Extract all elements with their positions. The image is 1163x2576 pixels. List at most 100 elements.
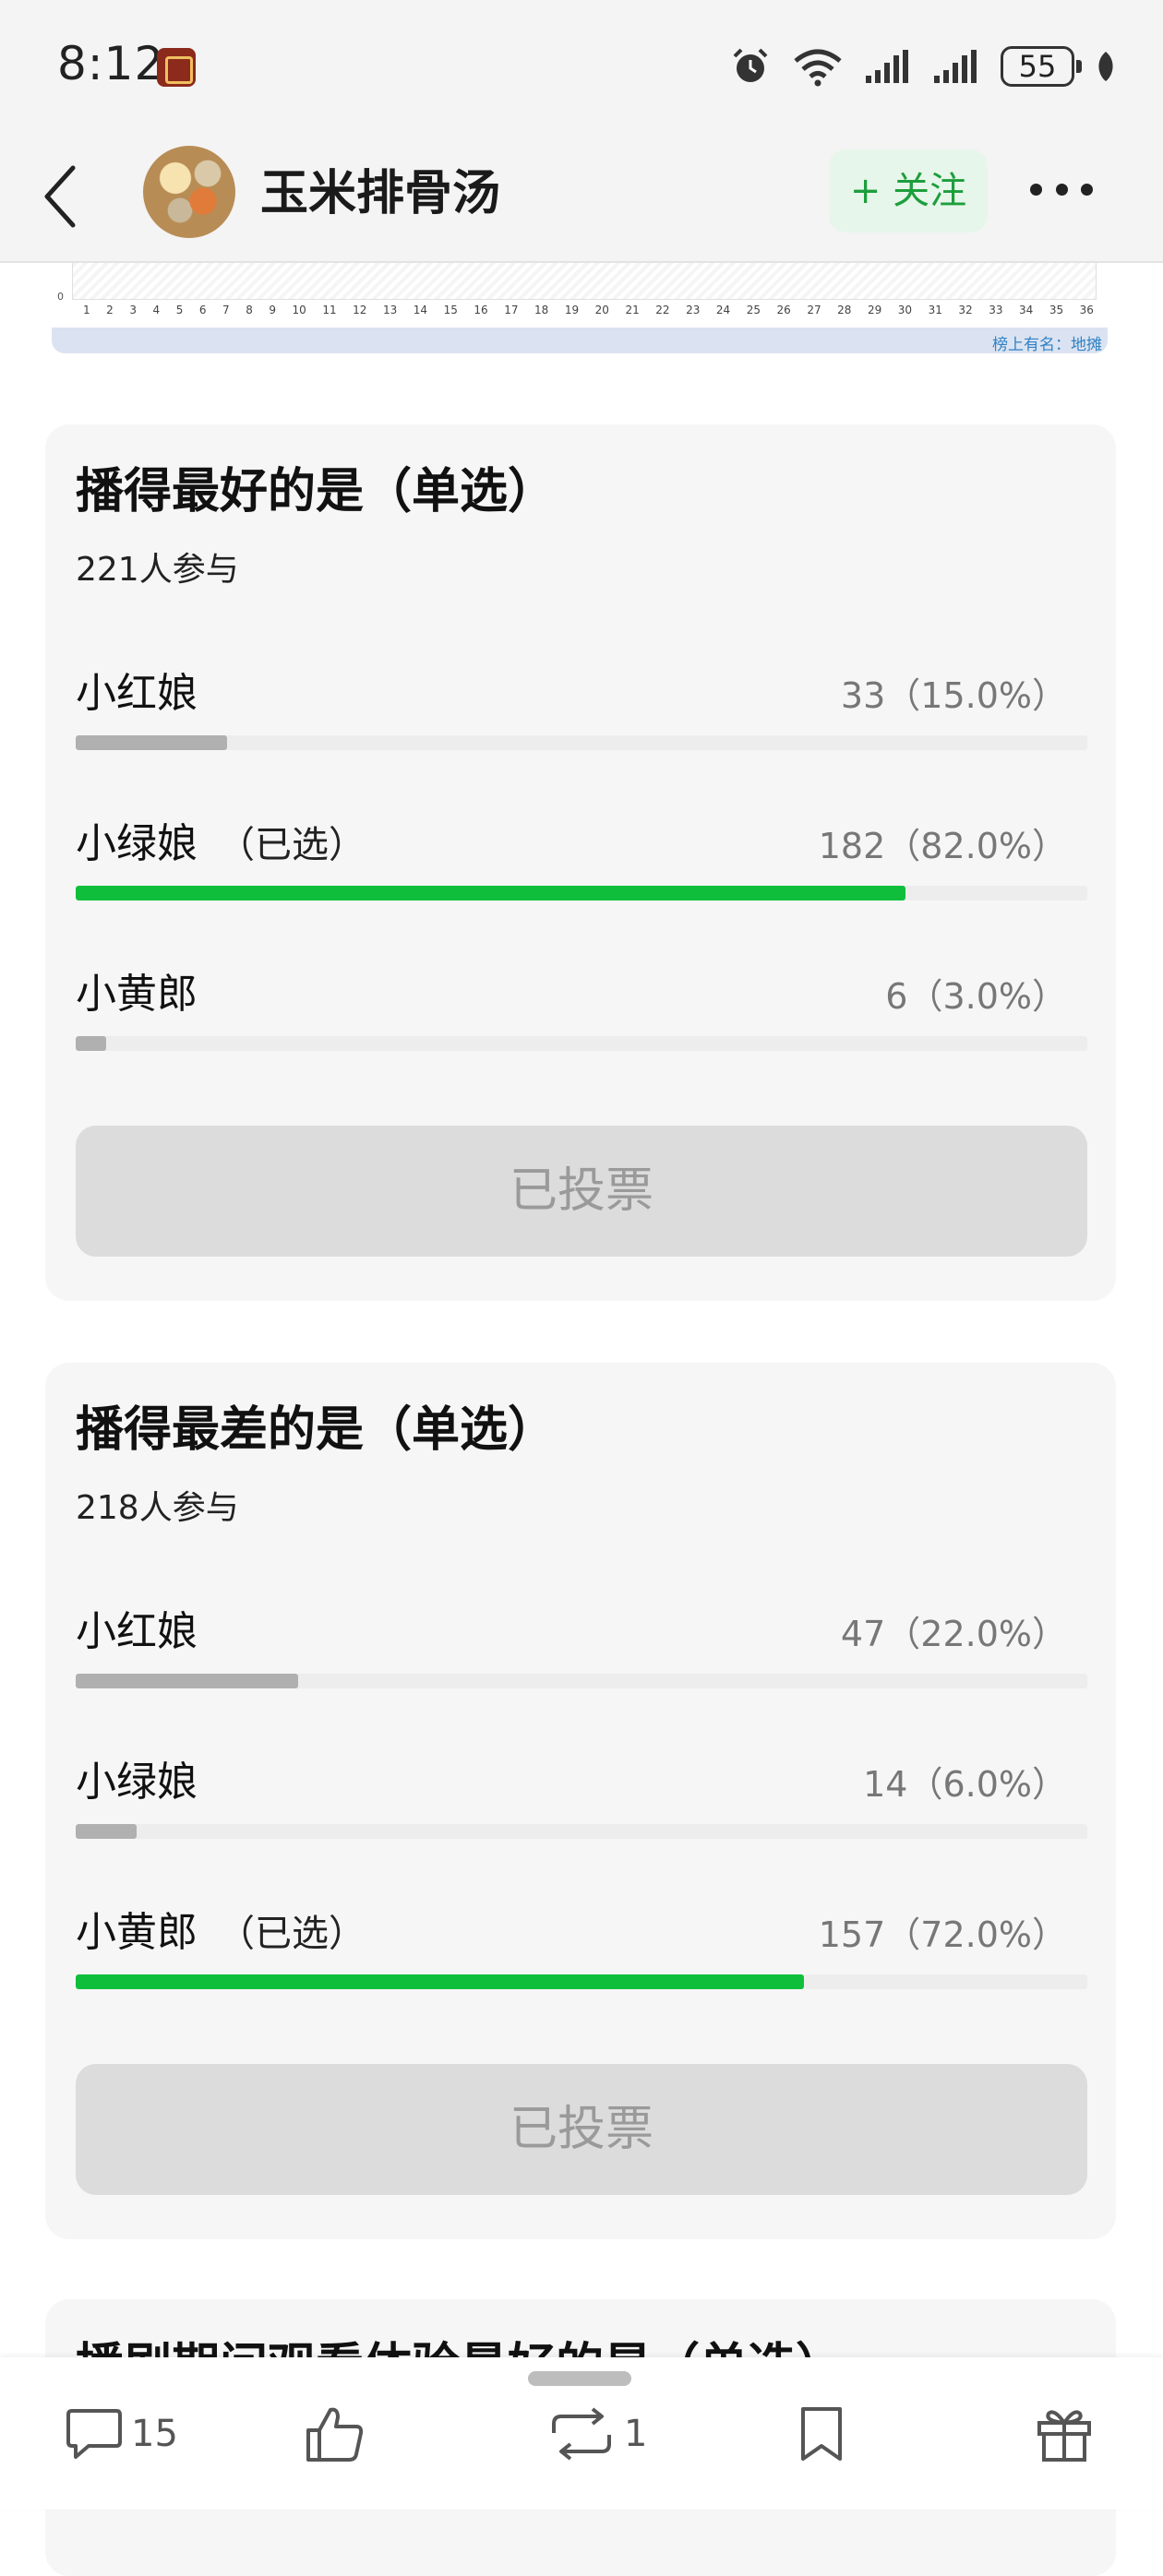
- bookmark-button[interactable]: [796, 2397, 847, 2471]
- more-icon-dot: [1055, 183, 1068, 196]
- status-icons: 55: [729, 41, 1117, 92]
- chart-x-tick: 10: [292, 304, 306, 316]
- chart-x-tick: 28: [837, 304, 852, 316]
- app-notification-icon: [157, 48, 196, 87]
- more-icon: [1030, 183, 1042, 196]
- chart-x-tick: 24: [715, 304, 731, 316]
- chart-x-tick: 32: [958, 304, 973, 316]
- chart-x-tick: 7: [222, 304, 230, 316]
- wifi-icon: [794, 49, 842, 87]
- chart-x-tick: 8: [246, 304, 253, 316]
- signal-icon: [866, 50, 908, 83]
- poll-card-worst: 播得最差的是（单选） 218人参与 小红娘 47（22.0%） 小绿娘 14（6…: [45, 1363, 1116, 2239]
- chart-x-tick: 2: [106, 304, 114, 316]
- option-count: 47（22.0%）: [840, 1614, 1067, 1654]
- more-button[interactable]: [1025, 166, 1098, 212]
- chart-x-tick: 16: [474, 304, 488, 316]
- avatar[interactable]: [143, 146, 235, 238]
- status-time: 8:12: [57, 37, 165, 90]
- poll-card-best: 播得最好的是（单选） 221人参与 小红娘 33（15.0%） 小绿娘 （已选） …: [45, 424, 1116, 1301]
- chart-y-zero: 0: [57, 291, 64, 303]
- leaf-icon: [1098, 52, 1113, 81]
- signal-icon: [934, 50, 977, 83]
- chart-x-tick: 3: [129, 304, 137, 316]
- chart-x-tick: 19: [564, 304, 580, 316]
- option-progress-fill: [76, 735, 228, 750]
- repost-icon: [552, 2407, 611, 2461]
- option-selected-tag: （已选）: [218, 1913, 366, 1955]
- gift-button[interactable]: [1036, 2397, 1093, 2471]
- option-progress-track: [76, 1824, 1087, 1839]
- chart-x-tick: 22: [655, 304, 670, 316]
- chart-x-tick: 20: [594, 304, 609, 316]
- page-title: 玉米排骨汤: [260, 166, 501, 221]
- header: 玉米排骨汤 + 关注: [0, 129, 1163, 263]
- option-label: 小红娘: [76, 1598, 218, 1657]
- follow-button[interactable]: + 关注: [829, 149, 988, 233]
- option-label: 小黄郎: [76, 960, 218, 1020]
- option-label: 小绿娘: [76, 1748, 218, 1807]
- status-bar: 8:12 55: [0, 0, 1163, 129]
- option-progress-track: [76, 886, 1087, 900]
- option-count: 6（3.0%）: [885, 976, 1067, 1017]
- chart-x-tick: 17: [504, 304, 519, 316]
- comment-count: 15: [131, 2413, 178, 2455]
- chart-x-tick: 23: [686, 304, 701, 316]
- option-label: 小绿娘 （已选）: [76, 810, 366, 869]
- option-name: 小红娘: [76, 1608, 198, 1655]
- chart-x-tick: 12: [353, 304, 367, 316]
- option-count: 182（82.0%）: [818, 826, 1067, 866]
- chart-x-tick: 27: [807, 304, 821, 316]
- chart-footnote: 榜上有名：地摊: [992, 336, 1102, 354]
- option-progress-track: [76, 735, 1087, 750]
- comment-icon: [66, 2409, 122, 2459]
- poll-participants: 221人参与: [76, 551, 239, 589]
- like-button[interactable]: [305, 2397, 366, 2471]
- chart-x-tick: 26: [776, 304, 791, 316]
- alarm-icon: [733, 48, 768, 82]
- back-button[interactable]: [28, 155, 92, 238]
- chart-x-tick: 29: [867, 304, 882, 316]
- comment-button[interactable]: 15: [65, 2397, 178, 2471]
- option-progress-fill: [76, 1974, 805, 1989]
- option-count: 157（72.0%）: [818, 1914, 1067, 1955]
- poll-option[interactable]: 小绿娘 14（6.0%）: [76, 1748, 1087, 1859]
- chart-x-tick: 18: [534, 304, 549, 316]
- chart-x-tick: 6: [198, 304, 207, 316]
- option-selected-tag: （已选）: [218, 824, 366, 866]
- chart-x-tick: 30: [897, 304, 913, 316]
- option-count: 33（15.0%）: [840, 675, 1067, 716]
- chart-x-tick: 5: [175, 304, 184, 316]
- chart-x-ticks: 1 2 3 4 5 6 7 8 9 10 11 12 13 14 15 16 17 18 19 20 21 22 23 24 2…: [83, 304, 1094, 324]
- poll-option[interactable]: 小红娘 47（22.0%）: [76, 1598, 1087, 1709]
- option-progress-track: [76, 1036, 1087, 1051]
- chart-x-tick: 4: [152, 304, 161, 316]
- poll-option[interactable]: 小绿娘 （已选） 182（82.0%）: [76, 810, 1087, 921]
- poll-option[interactable]: 小黄郎 （已选） 157（72.0%）: [76, 1899, 1087, 2010]
- poll-option[interactable]: 小红娘 33（15.0%）: [76, 660, 1087, 770]
- chart-x-tick: 25: [746, 304, 761, 316]
- chart-plot-area: [72, 263, 1097, 300]
- option-progress-fill: [76, 886, 905, 900]
- repost-button[interactable]: 1: [546, 2397, 647, 2471]
- option-name: 小黄郎: [76, 971, 198, 1018]
- option-progress-fill: [76, 1674, 299, 1688]
- poll-title: 播得最好的是（单选）: [76, 464, 557, 519]
- chart-x-tick: 14: [413, 304, 428, 316]
- option-name: 小红娘: [76, 670, 198, 717]
- voted-button[interactable]: 已投票: [76, 1126, 1087, 1257]
- chart-x-tick: 15: [443, 304, 458, 316]
- option-progress-fill: [76, 1036, 106, 1051]
- chart-x-tick: 35: [1049, 304, 1064, 316]
- chart-x-tick: 36: [1079, 304, 1094, 316]
- chart-x-tick: 1: [83, 304, 90, 316]
- option-count: 14（6.0%）: [863, 1764, 1067, 1805]
- option-name: 小黄郎: [76, 1909, 198, 1956]
- like-icon: [306, 2407, 364, 2462]
- back-icon: [44, 165, 76, 228]
- voted-button[interactable]: 已投票: [76, 2064, 1087, 2195]
- chart-image-fragment: 0 1 2 3 4 5 6 7 8 9 10 11 12 13 14 15 16 17 18 19 20 21 22 23 2…: [52, 263, 1108, 354]
- drag-handle[interactable]: [528, 2371, 631, 2386]
- chart-x-tick: 11: [322, 304, 337, 316]
- poll-option[interactable]: 小黄郎 6（3.0%）: [76, 960, 1087, 1071]
